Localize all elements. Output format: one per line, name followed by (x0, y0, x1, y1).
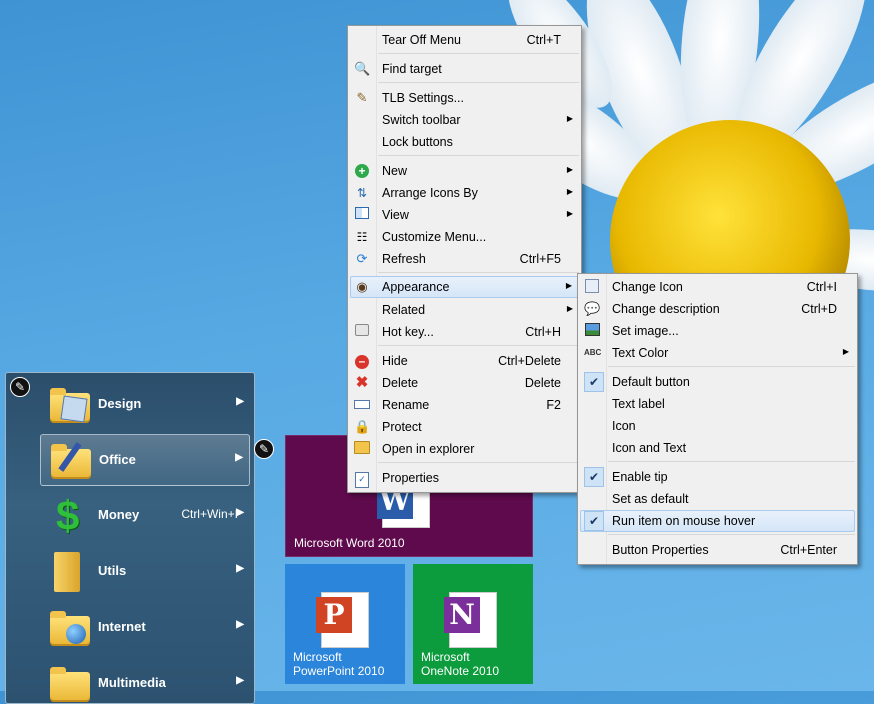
menu-item-new[interactable]: + New ▶ (350, 160, 579, 182)
submenu-arrow-icon: ▶ (566, 187, 573, 196)
menu-item-appearance[interactable]: ◉ Appearance ▶ (350, 276, 579, 298)
speech-bubble-icon: 💬 (584, 301, 601, 316)
lock-icon: 🔒 (354, 419, 371, 434)
eye-icon: ◉ (356, 279, 368, 294)
menu-item-run-on-hover[interactable]: ✔ Run item on mouse hover (580, 510, 855, 532)
menu-item-properties[interactable]: ✓ Properties (350, 467, 579, 489)
launcher-item-label: Design (98, 396, 142, 411)
menu-item-hide[interactable]: – Hide Ctrl+Delete (350, 350, 579, 372)
menu-item-hot-key[interactable]: Hot key... Ctrl+H (350, 321, 579, 343)
submenu-arrow-icon: ▶ (236, 675, 244, 686)
menu-item-rename[interactable]: Rename F2 (350, 394, 579, 416)
menu-item-tear-off[interactable]: Tear Off Menu Ctrl+T (350, 29, 579, 51)
submenu-arrow-icon: ▶ (565, 281, 572, 290)
menu-item-protect[interactable]: 🔒 Protect (350, 416, 579, 438)
submenu-arrow-icon: ▶ (236, 507, 244, 518)
launcher-item-label: Internet (98, 619, 146, 634)
menu-item-text-color[interactable]: ABC Text Color ▶ (580, 342, 855, 364)
context-menu: Tear Off Menu Ctrl+T 🔍 Find target ✎ TLB… (347, 25, 582, 493)
powerpoint-doc-icon: P (316, 592, 369, 648)
text-color-palette-icon: ABC (584, 348, 602, 357)
launcher-item-internet[interactable]: Internet ▶ (40, 602, 250, 654)
office-folder-icon (47, 439, 93, 483)
onenote-badge: N (444, 597, 480, 633)
folder-icon (46, 550, 92, 594)
submenu-arrow-icon: ▶ (566, 209, 573, 218)
menu-item-refresh[interactable]: ⟳ Refresh Ctrl+F5 (350, 248, 579, 270)
launcher-item-label: Office (99, 452, 136, 467)
refresh-icon: ⟳ (356, 251, 368, 266)
check-icon: ✔ (584, 467, 604, 487)
menu-item-arrange-icons[interactable]: ⇅ Arrange Icons By ▶ (350, 182, 579, 204)
launcher-item-shortcut: Ctrl+Win+I (181, 507, 238, 521)
menu-item-icon-and-text[interactable]: Icon and Text (580, 437, 855, 459)
view-icon (354, 207, 370, 223)
powerpoint-badge: P (316, 597, 352, 633)
menu-item-tlb-settings[interactable]: ✎ TLB Settings... (350, 87, 579, 109)
dollar-icon: $ (56, 492, 80, 539)
check-icon: ✔ (584, 511, 604, 531)
submenu-arrow-icon: ▶ (236, 619, 244, 630)
internet-folder-icon (46, 606, 92, 650)
launcher-item-label: Multimedia (98, 675, 166, 690)
no-entry-icon: – (354, 353, 370, 369)
menu-item-enable-tip[interactable]: ✔ Enable tip (580, 466, 855, 488)
appearance-submenu: Change Icon Ctrl+I 💬 Change description … (577, 273, 858, 565)
design-folder-icon (46, 383, 92, 427)
submenu-arrow-icon: ▶ (235, 452, 243, 463)
keyboard-key-icon (354, 324, 370, 340)
launcher-item-utils[interactable]: Utils ▶ (40, 546, 250, 598)
submenu-arrow-icon: ▶ (236, 396, 244, 407)
menu-item-change-icon[interactable]: Change Icon Ctrl+I (580, 276, 855, 298)
menu-item-text-label[interactable]: Text label (580, 393, 855, 415)
tile-label: Microsoft PowerPoint 2010 (293, 650, 385, 678)
magnifier-icon: 🔍 (354, 61, 371, 76)
menu-item-set-as-default[interactable]: Set as default (580, 488, 855, 510)
multimedia-folder-icon (46, 662, 92, 703)
wrench-icon[interactable]: ✎ (10, 377, 30, 397)
explorer-folder-icon (354, 441, 370, 457)
launcher-item-design[interactable]: Design ▶ (40, 379, 250, 431)
customize-icon: ☷ (356, 230, 368, 244)
menu-item-switch-toolbar[interactable]: Switch toolbar ▶ (350, 109, 579, 131)
menu-item-open-explorer[interactable]: Open in explorer (350, 438, 579, 460)
menu-item-delete[interactable]: ✖ Delete Delete (350, 372, 579, 394)
rename-icon (354, 397, 370, 413)
submenu-arrow-icon: ▶ (566, 304, 573, 313)
wrench-icon[interactable]: ✎ (254, 439, 274, 459)
wrench-icon: ✎ (356, 90, 368, 105)
menu-item-related[interactable]: Related ▶ (350, 299, 579, 321)
submenu-arrow-icon: ▶ (842, 347, 849, 356)
menu-item-customize[interactable]: ☷ Customize Menu... (350, 226, 579, 248)
menu-item-set-image[interactable]: Set image... (580, 320, 855, 342)
launcher-item-money[interactable]: $ Money Ctrl+Win+I ▶ (40, 490, 250, 542)
plus-circle-icon: + (354, 163, 370, 179)
picture-icon (584, 323, 600, 339)
image-icon (584, 279, 600, 295)
launcher-item-label: Utils (98, 563, 127, 578)
menu-item-find-target[interactable]: 🔍 Find target (350, 58, 579, 80)
tile-powerpoint[interactable]: P Microsoft PowerPoint 2010 (285, 564, 405, 684)
launcher-panel: ✎ Design ▶ Office ▶ $ Money Ctrl+Win+I ▶… (5, 372, 255, 704)
properties-icon: ✓ (354, 470, 370, 488)
menu-item-view[interactable]: View ▶ (350, 204, 579, 226)
launcher-item-multimedia[interactable]: Multimedia ▶ (40, 658, 250, 703)
onenote-doc-icon: N (444, 592, 497, 648)
tile-label: Microsoft Word 2010 (294, 536, 405, 550)
tile-label: Microsoft OneNote 2010 (421, 650, 500, 678)
launcher-item-label: Money (98, 507, 140, 522)
delete-x-icon: ✖ (355, 374, 369, 391)
submenu-arrow-icon: ▶ (566, 114, 573, 123)
check-icon: ✔ (584, 372, 604, 392)
tile-onenote[interactable]: N Microsoft OneNote 2010 (413, 564, 533, 684)
submenu-arrow-icon: ▶ (236, 563, 244, 574)
menu-item-lock-buttons[interactable]: Lock buttons (350, 131, 579, 153)
menu-item-default-button[interactable]: ✔ Default button (580, 371, 855, 393)
menu-item-change-description[interactable]: 💬 Change description Ctrl+D (580, 298, 855, 320)
menu-item-icon[interactable]: Icon (580, 415, 855, 437)
arrange-icon: ⇅ (356, 186, 368, 200)
submenu-arrow-icon: ▶ (566, 165, 573, 174)
menu-item-button-properties[interactable]: Button Properties Ctrl+Enter (580, 539, 855, 561)
launcher-item-office[interactable]: Office ▶ (40, 434, 250, 486)
